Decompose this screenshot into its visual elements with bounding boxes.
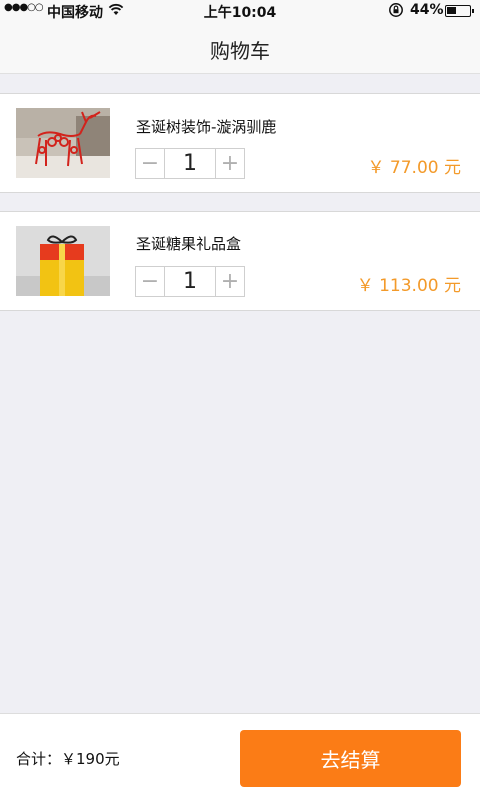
cart-item[interactable]: 圣诞糖果礼品盒 − 1 + ￥ 113.00 元	[0, 211, 480, 311]
product-image-gift-box[interactable]	[16, 226, 110, 296]
quantity-value[interactable]: 1	[164, 267, 216, 296]
quantity-stepper: − 1 +	[135, 266, 245, 297]
decrement-button[interactable]: −	[136, 149, 164, 177]
clock: 上午10:04	[203, 5, 277, 21]
decrement-button[interactable]: −	[136, 267, 164, 295]
status-bar: ●●●○○ 中国移动 上午10:04 44%	[0, 0, 480, 22]
checkout-button[interactable]: 去结算	[240, 730, 461, 787]
battery-percentage: 44%	[410, 2, 444, 18]
cart-item[interactable]: 圣诞树装饰-漩涡驯鹿 − 1 + ￥ 77.00 元	[0, 93, 480, 193]
battery-icon	[445, 5, 474, 17]
quantity-value[interactable]: 1	[164, 149, 216, 178]
battery-nub	[472, 9, 474, 13]
increment-button[interactable]: +	[216, 149, 244, 177]
product-image-reindeer[interactable]	[16, 108, 110, 178]
page-title: 购物车	[210, 39, 270, 63]
nav-bar: 购物车	[0, 22, 480, 74]
quantity-stepper: − 1 +	[135, 148, 245, 179]
product-name[interactable]: 圣诞树装饰-漩涡驯鹿	[136, 116, 276, 137]
rotation-lock-icon	[388, 2, 404, 22]
increment-button[interactable]: +	[216, 267, 244, 295]
battery-fill	[447, 7, 456, 14]
checkout-bar: 合计：￥190元 去结算	[0, 713, 480, 800]
total-amount: 合计：￥190元	[16, 750, 120, 768]
item-price: ￥ 77.00 元	[367, 158, 461, 178]
item-price: ￥ 113.00 元	[356, 276, 461, 296]
product-name[interactable]: 圣诞糖果礼品盒	[136, 233, 241, 254]
